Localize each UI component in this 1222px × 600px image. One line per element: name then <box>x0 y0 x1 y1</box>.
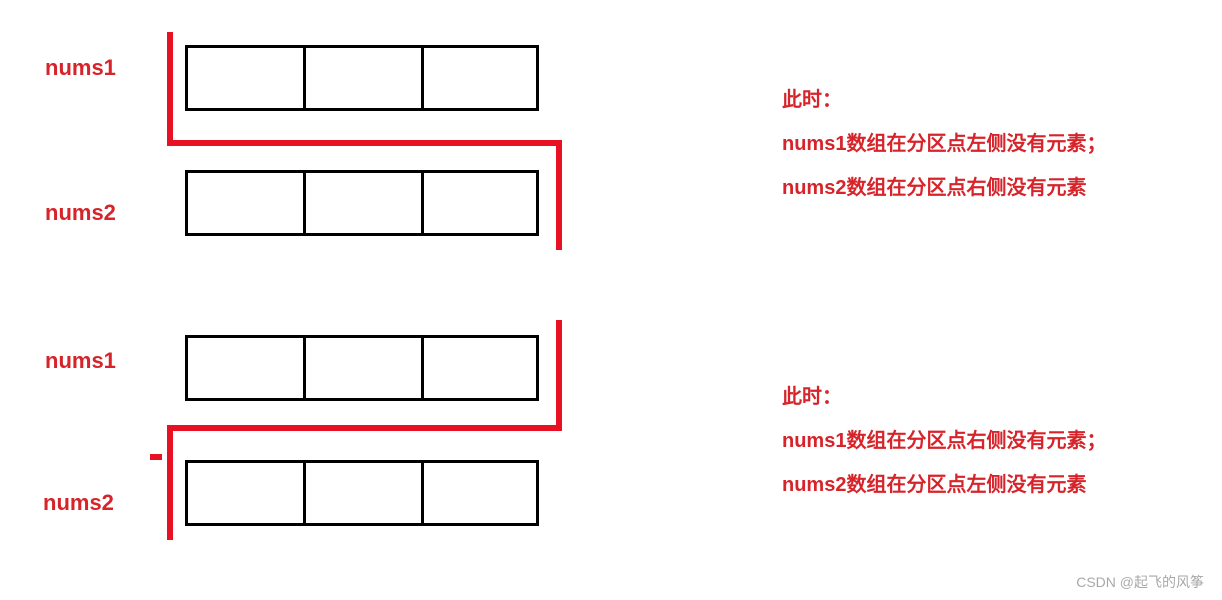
array-cell <box>303 45 421 111</box>
array-nums1-bottom <box>185 335 539 401</box>
watermark: CSDN @起飞的风筝 <box>1076 572 1204 592</box>
array-cell <box>185 45 303 111</box>
label-nums1-top: nums1 <box>45 55 116 81</box>
annotation-bottom: 此时： nums1数组在分区点右侧没有元素； nums2数组在分区点左侧没有元素 <box>782 375 1106 507</box>
partition-line-bottom <box>167 425 562 431</box>
annotation-line: 此时： <box>782 375 1106 419</box>
array-cell <box>421 335 539 401</box>
label-nums2-bottom: nums2 <box>43 490 114 516</box>
label-nums2-top: nums2 <box>45 200 116 226</box>
annotation-line: nums1数组在分区点右侧没有元素； <box>782 419 1106 463</box>
annotation-line: 此时： <box>782 78 1106 122</box>
array-cell <box>421 45 539 111</box>
annotation-top: 此时： nums1数组在分区点左侧没有元素； nums2数组在分区点右侧没有元素 <box>782 78 1106 210</box>
partition-line-top <box>167 140 562 146</box>
array-cell <box>185 335 303 401</box>
array-nums1-top <box>185 45 539 111</box>
array-nums2-bottom <box>185 460 539 526</box>
partition-line-top <box>556 140 562 250</box>
array-cell <box>185 460 303 526</box>
array-cell <box>421 460 539 526</box>
partition-line-top <box>167 32 173 145</box>
array-cell <box>303 460 421 526</box>
annotation-line: nums2数组在分区点左侧没有元素 <box>782 463 1106 507</box>
partition-line-bottom <box>167 425 173 540</box>
array-cell <box>421 170 539 236</box>
array-cell <box>303 335 421 401</box>
annotation-line: nums1数组在分区点左侧没有元素； <box>782 122 1106 166</box>
label-nums1-bottom: nums1 <box>45 348 116 374</box>
array-cell <box>185 170 303 236</box>
partition-line-bottom <box>556 320 562 430</box>
array-nums2-top <box>185 170 539 236</box>
array-cell <box>303 170 421 236</box>
stray-mark <box>150 454 162 460</box>
annotation-line: nums2数组在分区点右侧没有元素 <box>782 166 1106 210</box>
